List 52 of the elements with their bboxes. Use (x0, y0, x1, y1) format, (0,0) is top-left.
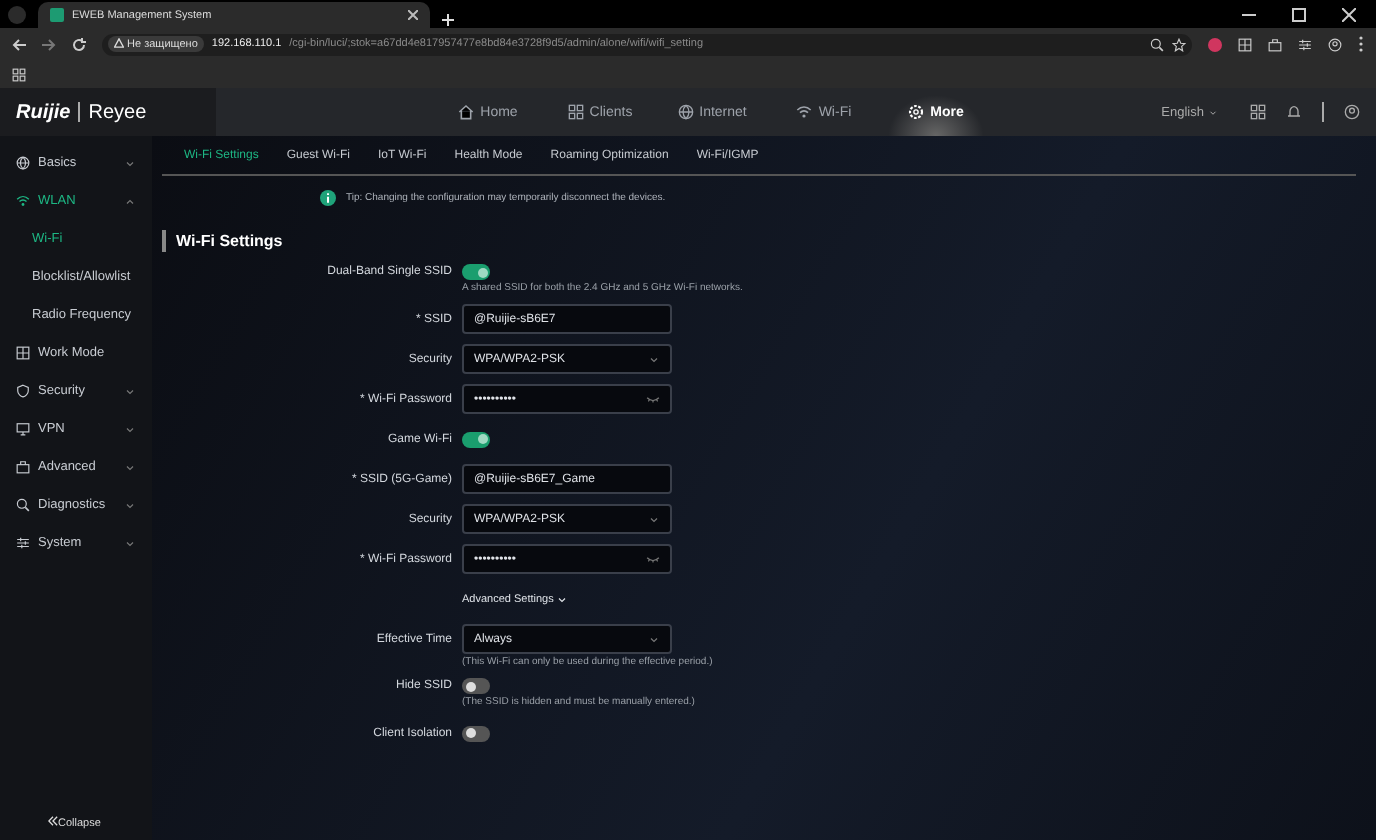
info-icon (320, 190, 336, 206)
back-arrow-icon[interactable] (12, 37, 26, 51)
clients-icon (567, 104, 584, 120)
chevron-icon (124, 499, 136, 511)
toggle-switch[interactable] (462, 678, 490, 694)
box-icon (16, 460, 30, 474)
extension-icon (1238, 37, 1252, 51)
reload-icon[interactable] (72, 37, 86, 51)
forward-arrow-icon[interactable] (42, 37, 56, 51)
menu-icon[interactable] (1358, 36, 1364, 52)
favicon-icon (50, 8, 64, 22)
section-title: Wi-Fi Settings (162, 230, 1356, 252)
chevron-icon (124, 157, 136, 169)
chevron-icon (124, 537, 136, 549)
close-icon[interactable] (408, 10, 418, 20)
bell-icon (1286, 104, 1302, 120)
wifi-icon (16, 194, 30, 208)
search-icon (16, 498, 30, 512)
chevron-icon (648, 513, 660, 525)
wifi-icon (796, 104, 813, 120)
monitor-icon (16, 422, 30, 436)
chevron-icon (648, 633, 660, 645)
sliders-icon (16, 536, 30, 550)
globe-icon (677, 104, 694, 120)
chevron-icon (648, 353, 660, 365)
double-chevron-icon (48, 816, 58, 826)
eye-closed-icon (646, 552, 660, 566)
toggle-switch[interactable] (462, 264, 490, 280)
close-icon[interactable] (1342, 7, 1356, 21)
apps-icon (12, 67, 26, 81)
grid-icon (16, 346, 30, 360)
eye-closed-icon (646, 392, 660, 406)
chevron-icon (124, 195, 136, 207)
extension-icon[interactable] (1208, 37, 1222, 51)
maximize-icon[interactable] (1292, 7, 1306, 21)
chevron-icon (555, 593, 568, 605)
new-tab-icon[interactable] (442, 14, 454, 26)
caret-icon (1208, 107, 1218, 117)
toggle-switch[interactable] (462, 431, 490, 447)
shield-icon (16, 384, 30, 398)
chevron-icon (124, 423, 136, 435)
chevron-icon (124, 461, 136, 473)
globe-icon (16, 156, 30, 170)
home-icon (458, 104, 475, 120)
profile-icon (1328, 37, 1342, 51)
gear-icon (908, 104, 925, 120)
logo: Ruijie Reyee (0, 88, 216, 136)
toggle-switch[interactable] (462, 725, 490, 741)
user-icon (1344, 104, 1360, 120)
chevron-icon (124, 385, 136, 397)
star-icon[interactable] (1172, 37, 1186, 51)
grid-icon (1250, 104, 1266, 120)
